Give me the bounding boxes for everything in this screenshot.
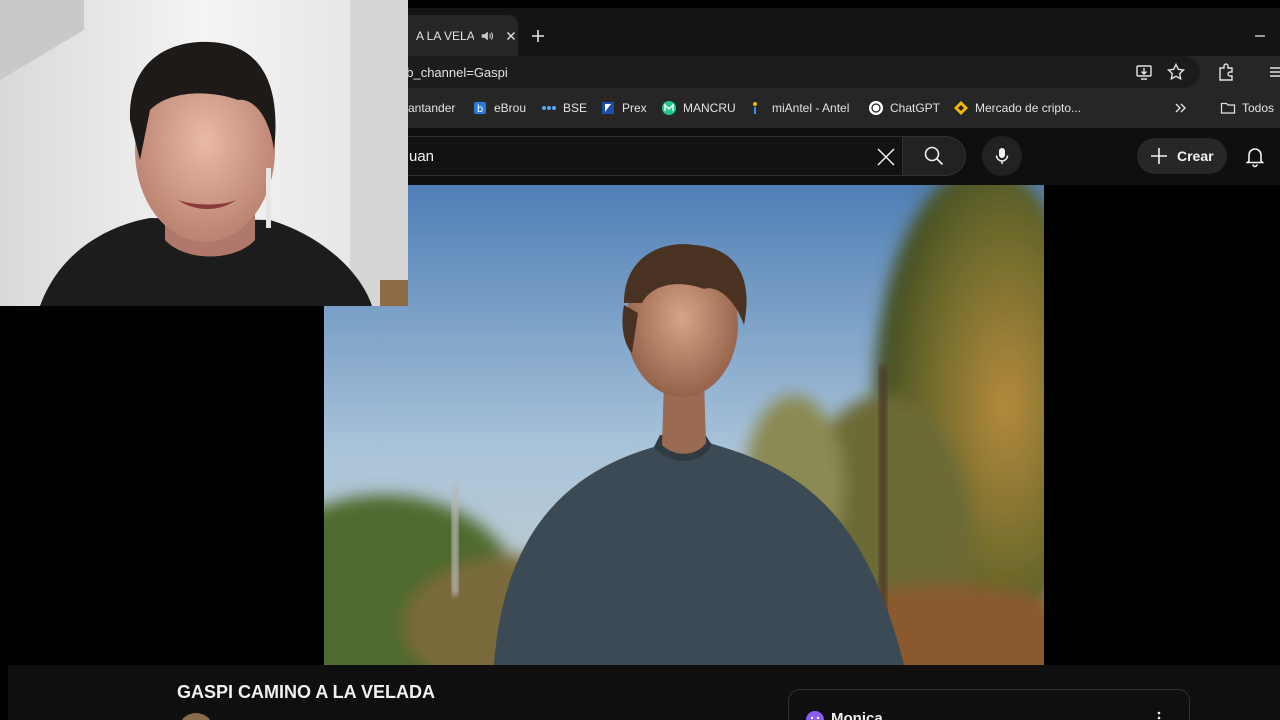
webcam-overlay xyxy=(0,0,408,306)
tab-title: A LA VELADA xyxy=(416,28,474,43)
bookmark-item[interactable]: MANCRU xyxy=(661,99,736,117)
bookmark-item[interactable]: ChatGPT xyxy=(868,99,940,117)
bookmark-star-icon[interactable] xyxy=(1166,62,1186,82)
bookmark-item[interactable]: Mercado de cripto... xyxy=(953,99,1081,117)
binance-icon xyxy=(954,101,968,115)
new-tab-icon[interactable] xyxy=(528,26,548,46)
extensions-icon[interactable] xyxy=(1216,62,1236,82)
search-icon xyxy=(924,146,944,166)
bookmark-item[interactable]: miAntel - Antel xyxy=(750,99,849,117)
speaker-icon[interactable] xyxy=(480,29,494,43)
bookmark-item[interactable]: BSE xyxy=(541,99,587,117)
watch-metadata: GASPI CAMINO A LA VELADA Monica xyxy=(8,665,1280,720)
channel-avatar[interactable] xyxy=(178,713,214,720)
mancru-icon xyxy=(662,101,676,115)
search-query: uan xyxy=(409,148,435,165)
emoji-face-icon xyxy=(806,711,824,720)
svg-text:b: b xyxy=(477,104,483,115)
bookmark-label: eBrou xyxy=(494,101,527,115)
video-title: GASPI CAMINO A LA VELADA xyxy=(177,682,436,702)
menu-icon[interactable] xyxy=(1268,62,1280,82)
video-frame[interactable] xyxy=(324,185,1044,665)
install-app-icon[interactable] xyxy=(1134,62,1154,82)
bookmark-item[interactable]: b eBrou xyxy=(472,99,526,117)
antel-icon xyxy=(753,102,757,114)
create-button[interactable]: Crear xyxy=(1137,138,1227,174)
chat-username: Monica xyxy=(831,710,883,720)
create-label: Crear xyxy=(1177,148,1214,164)
bookmark-item[interactable]: antander xyxy=(408,99,455,117)
bookmark-label: MANCRU xyxy=(683,101,736,115)
microphone-icon xyxy=(995,148,1009,164)
voice-search-button[interactable] xyxy=(982,136,1022,176)
prex-icon xyxy=(602,102,614,114)
chatgpt-icon xyxy=(869,101,883,115)
close-tab-icon[interactable] xyxy=(504,29,518,43)
bookmark-label: miAntel - Antel xyxy=(772,101,850,115)
clear-search-icon[interactable] xyxy=(875,146,897,168)
bookmark-label: Prex xyxy=(622,101,647,115)
ebrou-icon: b xyxy=(474,102,486,115)
address-text: ab_channel=Gaspi xyxy=(399,64,508,80)
more-bookmarks-icon[interactable] xyxy=(1172,100,1188,116)
live-chat-panel: Monica xyxy=(788,689,1190,720)
plus-icon xyxy=(1151,148,1167,164)
bookmark-item[interactable]: Prex xyxy=(600,99,647,117)
bookmark-label: Mercado de cripto... xyxy=(975,101,1082,115)
folder-icon xyxy=(1220,102,1236,114)
address-bar[interactable]: ab_channel=Gaspi xyxy=(300,56,1200,88)
bookmark-label: ChatGPT xyxy=(890,101,941,115)
more-options-icon[interactable] xyxy=(1151,710,1167,720)
bookmark-label: BSE xyxy=(563,101,588,115)
notifications-bell-icon[interactable] xyxy=(1243,144,1267,168)
search-button[interactable] xyxy=(902,136,966,176)
bookmark-label: Todos xyxy=(1242,101,1275,115)
bse-icon xyxy=(542,106,556,110)
minimize-window-icon[interactable] xyxy=(1250,26,1270,46)
all-bookmarks-folder[interactable]: Todos xyxy=(1220,99,1274,117)
bookmark-label: antander xyxy=(408,101,456,115)
